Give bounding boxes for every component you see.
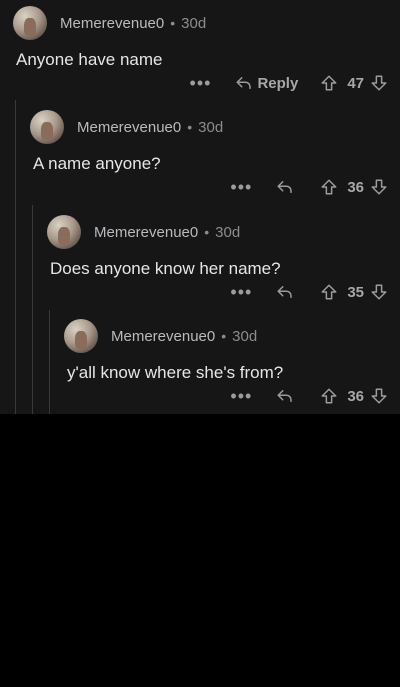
upvote-arrow-icon[interactable] bbox=[320, 387, 338, 405]
avatar[interactable] bbox=[30, 110, 64, 144]
more-options-button[interactable]: ••• bbox=[230, 178, 252, 196]
username[interactable]: Memerevenue0 bbox=[60, 15, 164, 32]
upvote-arrow-icon[interactable] bbox=[320, 178, 338, 196]
vote-controls: 47 bbox=[320, 74, 388, 92]
comment-header: Memerevenue0 • 30d bbox=[47, 215, 240, 249]
thread-guide-line bbox=[15, 100, 16, 414]
comment-thread: Memerevenue0 • 30d Anyone have name ••• … bbox=[0, 0, 400, 414]
comment-header: Memerevenue0 • 30d bbox=[64, 319, 257, 353]
reply-button[interactable]: Reply bbox=[235, 74, 298, 92]
vote-score: 35 bbox=[347, 283, 364, 301]
downvote-arrow-icon[interactable] bbox=[370, 178, 388, 196]
avatar[interactable] bbox=[64, 319, 98, 353]
vote-controls: 36 bbox=[320, 387, 388, 405]
comment-actions: ••• Reply 47 bbox=[190, 72, 388, 94]
reply-button[interactable] bbox=[276, 178, 298, 196]
more-options-button[interactable]: ••• bbox=[190, 74, 212, 92]
separator-dot: • bbox=[204, 224, 210, 240]
comment-age: 30d bbox=[181, 14, 207, 32]
comment-body: y'all know where she's from? bbox=[67, 363, 284, 382]
thread-guide-line bbox=[49, 310, 50, 414]
vote-controls: 35 bbox=[320, 283, 388, 301]
reply-arrow-icon bbox=[277, 181, 293, 193]
comment-age: 30d bbox=[232, 327, 258, 345]
reply-button[interactable] bbox=[276, 387, 298, 405]
comment-body: Anyone have name bbox=[16, 50, 163, 69]
reply-arrow-icon bbox=[277, 286, 293, 298]
more-options-button[interactable]: ••• bbox=[230, 387, 252, 405]
comment-age: 30d bbox=[215, 223, 241, 241]
vote-controls: 36 bbox=[320, 178, 388, 196]
more-options-button[interactable]: ••• bbox=[230, 283, 252, 301]
comment-actions: ••• 36 bbox=[230, 176, 388, 198]
comment-header: Memerevenue0 • 30d bbox=[30, 110, 223, 144]
vote-score: 36 bbox=[347, 387, 364, 405]
comment-body: Does anyone know her name? bbox=[50, 259, 281, 278]
avatar[interactable] bbox=[13, 6, 47, 40]
username[interactable]: Memerevenue0 bbox=[77, 119, 181, 136]
comment-header: Memerevenue0 • 30d bbox=[13, 6, 206, 40]
reply-button[interactable] bbox=[276, 283, 298, 301]
downvote-arrow-icon[interactable] bbox=[370, 74, 388, 92]
reply-label: Reply bbox=[257, 74, 299, 92]
downvote-arrow-icon[interactable] bbox=[370, 283, 388, 301]
separator-dot: • bbox=[221, 328, 227, 344]
comment-actions: ••• 36 bbox=[230, 385, 388, 407]
reply-arrow-icon bbox=[236, 77, 252, 89]
comment-age: 30d bbox=[198, 118, 224, 136]
separator-dot: • bbox=[170, 15, 176, 31]
downvote-arrow-icon[interactable] bbox=[370, 387, 388, 405]
vote-score: 47 bbox=[347, 74, 364, 92]
vote-score: 36 bbox=[347, 178, 364, 196]
upvote-arrow-icon[interactable] bbox=[320, 74, 338, 92]
username[interactable]: Memerevenue0 bbox=[111, 328, 215, 345]
username[interactable]: Memerevenue0 bbox=[94, 224, 198, 241]
separator-dot: • bbox=[187, 119, 193, 135]
avatar[interactable] bbox=[47, 215, 81, 249]
reply-arrow-icon bbox=[277, 390, 293, 402]
upvote-arrow-icon[interactable] bbox=[320, 283, 338, 301]
comment-body: A name anyone? bbox=[33, 154, 161, 173]
comment-actions: ••• 35 bbox=[230, 281, 388, 303]
thread-guide-line bbox=[32, 205, 33, 414]
